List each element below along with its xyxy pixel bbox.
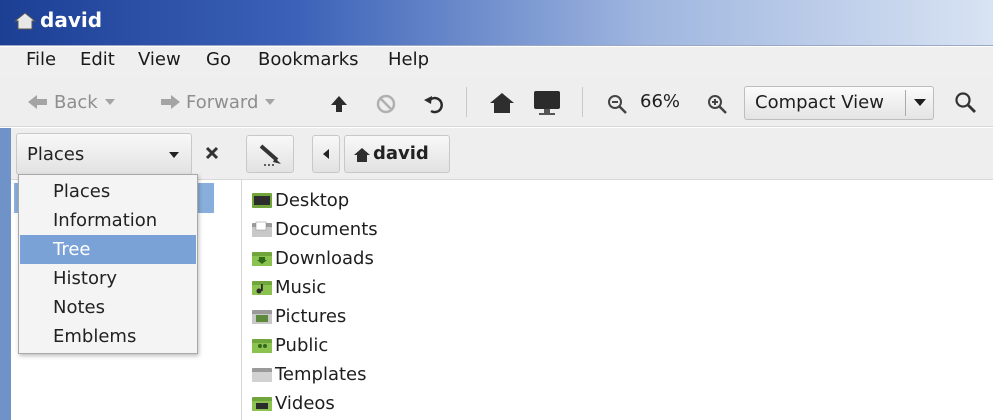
dropdown-item-notes[interactable]: Notes [20, 293, 196, 322]
menu-help[interactable]: Help [388, 49, 429, 70]
file-item[interactable]: Videos [251, 389, 335, 417]
close-icon[interactable] [200, 141, 224, 165]
home-icon[interactable] [488, 91, 516, 115]
file-item[interactable]: Desktop [251, 186, 349, 214]
music-folder-icon [252, 281, 272, 295]
pencil-icon [259, 144, 281, 166]
menu-go[interactable]: Go [206, 49, 231, 70]
dropdown-item-places[interactable]: Places [20, 177, 196, 206]
videos-folder-icon [252, 397, 272, 411]
up-arrow-icon[interactable] [330, 95, 348, 113]
documents-folder-icon [252, 221, 272, 237]
back-button[interactable]: Back [28, 87, 116, 117]
title-bar: david [0, 0, 993, 46]
file-name: Templates [275, 363, 367, 385]
breadcrumb-label: david [373, 143, 429, 164]
zoom-level: 66% [640, 91, 681, 112]
view-mode-select[interactable]: Compact View [744, 86, 934, 120]
toolbar-separator [466, 87, 467, 117]
menu-file[interactable]: File [26, 49, 56, 70]
search-icon[interactable] [954, 91, 978, 115]
file-item[interactable]: Public [251, 331, 328, 359]
menu-view[interactable]: View [138, 49, 181, 70]
menu-bar: File Edit View Go Bookmarks Help [0, 47, 993, 77]
forward-dropdown-icon[interactable] [264, 97, 276, 107]
back-label: Back [54, 91, 98, 113]
computer-icon[interactable] [532, 88, 562, 118]
file-name: Videos [275, 392, 335, 414]
forward-label: Forward [186, 91, 259, 113]
sidebar-select[interactable]: Places [16, 133, 192, 175]
select-divider [905, 90, 906, 116]
dropdown-item-history[interactable]: History [20, 264, 196, 293]
reload-icon[interactable] [422, 92, 446, 116]
forward-button[interactable]: Forward [160, 87, 276, 117]
file-item[interactable]: Pictures [251, 302, 346, 330]
home-icon [354, 148, 370, 162]
chevron-left-icon [323, 149, 329, 159]
file-name: Desktop [275, 189, 350, 211]
file-item[interactable]: Music [251, 273, 326, 301]
templates-folder-icon [252, 368, 272, 382]
file-item[interactable]: Downloads [251, 244, 374, 272]
edit-location-button[interactable] [246, 135, 294, 173]
chevron-down-icon[interactable] [167, 148, 181, 162]
breadcrumb[interactable]: david [344, 135, 450, 173]
stop-icon[interactable] [375, 93, 397, 115]
dropdown-item-emblems[interactable]: Emblems [20, 322, 196, 351]
back-arrow-icon [28, 95, 47, 109]
menu-edit[interactable]: Edit [80, 49, 115, 70]
file-name: Music [275, 276, 327, 298]
public-folder-icon [252, 339, 272, 353]
file-item[interactable]: Documents [251, 215, 378, 243]
file-item[interactable]: Templates [251, 360, 367, 388]
file-name: Downloads [275, 247, 374, 269]
file-view: Desktop Documents Downloads Music Pictur… [243, 180, 993, 420]
window-left-edge [0, 128, 11, 420]
desktop-folder-icon [252, 193, 272, 208]
downloads-folder-icon [252, 252, 272, 266]
chevron-down-icon[interactable] [911, 93, 929, 111]
forward-arrow-icon [161, 95, 180, 109]
file-name: Public [275, 334, 329, 356]
file-name: Documents [275, 218, 378, 240]
path-scroll-left-button[interactable] [312, 135, 340, 173]
view-mode-value: Compact View [755, 92, 884, 113]
file-name: Pictures [275, 305, 347, 327]
dropdown-item-tree[interactable]: Tree [20, 235, 196, 264]
back-dropdown-icon[interactable] [104, 97, 116, 107]
pictures-folder-icon [252, 310, 272, 324]
zoom-out-icon[interactable] [606, 93, 628, 115]
home-icon [14, 12, 36, 30]
toolbar-separator [582, 87, 583, 117]
sidebar-dropdown-menu: Places Information Tree History Notes Em… [18, 174, 198, 354]
location-bar: Places david [0, 128, 993, 180]
sidebar-select-value: Places [27, 144, 85, 165]
dropdown-item-information[interactable]: Information [20, 206, 196, 235]
toolbar: Back Forward 66% Compact View [0, 77, 993, 127]
window-title: david [40, 8, 103, 32]
menu-bookmarks[interactable]: Bookmarks [258, 49, 359, 70]
zoom-in-icon[interactable] [706, 93, 728, 115]
